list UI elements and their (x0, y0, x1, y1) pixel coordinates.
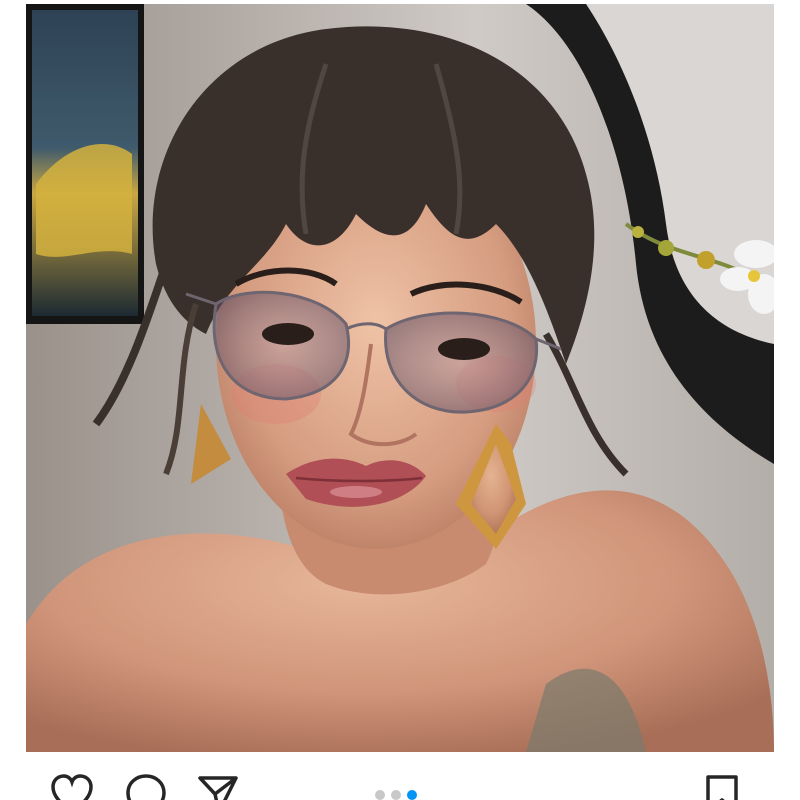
share-button[interactable] (196, 774, 240, 800)
bookmark-icon (706, 775, 738, 800)
carousel-dot[interactable] (375, 790, 385, 800)
post-photo[interactable] (26, 4, 774, 752)
carousel-indicator (375, 790, 417, 800)
save-button[interactable] (700, 774, 744, 800)
instagram-post (0, 0, 800, 800)
heart-icon (51, 774, 93, 800)
speech-bubble-icon (126, 774, 166, 800)
paper-plane-icon (198, 776, 238, 800)
carousel-dot[interactable] (391, 790, 401, 800)
post-action-bar (0, 760, 800, 800)
comment-button[interactable] (124, 774, 168, 800)
like-button[interactable] (50, 774, 94, 800)
portrait-photo (26, 4, 774, 752)
carousel-dot-active[interactable] (407, 790, 417, 800)
